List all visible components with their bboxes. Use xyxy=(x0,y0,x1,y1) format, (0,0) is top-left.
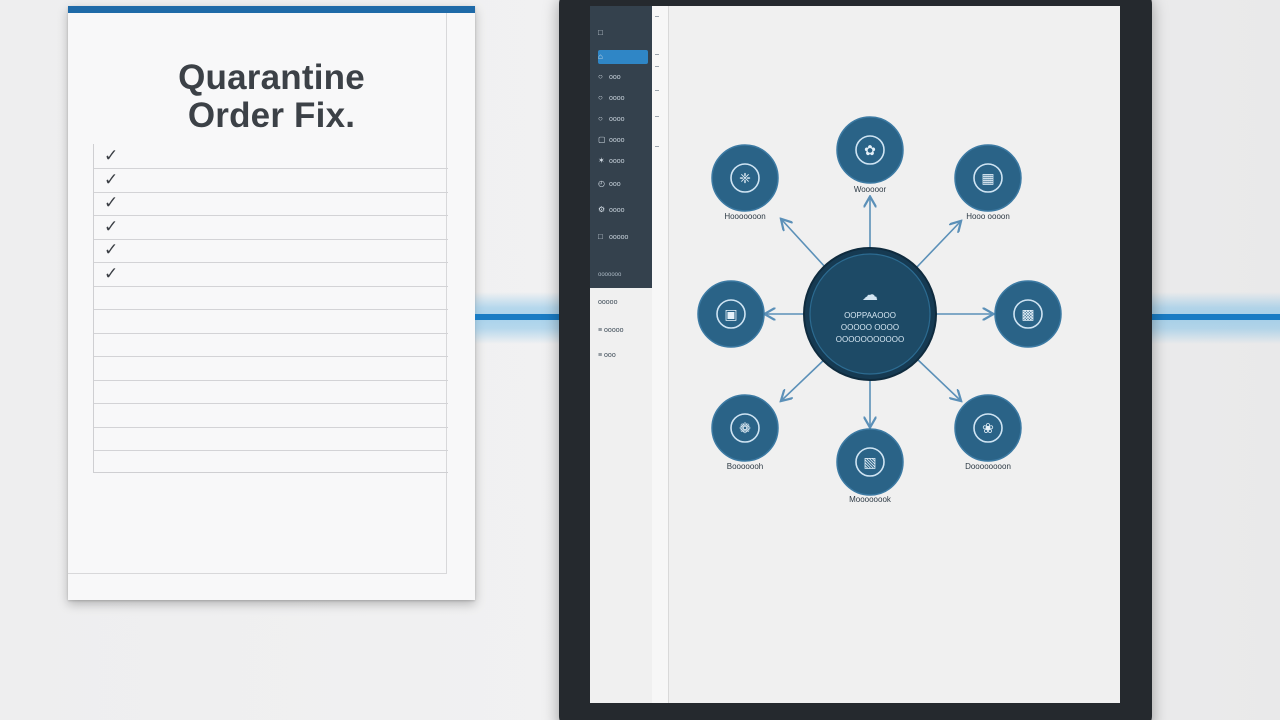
document-title: Quarantine Order Fix. xyxy=(68,59,475,135)
checklist-table: ✓ ✓ ✓ ✓ ✓ ✓ xyxy=(93,144,448,473)
checklist-document: Quarantine Order Fix. ✓ ✓ ✓ ✓ ✓ ✓ xyxy=(68,6,475,600)
document-title-line1: Quarantine xyxy=(178,58,365,97)
checkmark-icon: ✓ xyxy=(104,146,119,165)
checklist-row: ✓ xyxy=(94,238,448,263)
node-icon: ❈ xyxy=(739,171,751,187)
node-icon: ❁ xyxy=(739,421,751,437)
hub-label-line1: OOPPAAOOO xyxy=(844,311,896,320)
checkmark-icon: ✓ xyxy=(104,216,119,236)
hub-label-line3: OOOOOOOOOOO xyxy=(836,335,904,344)
connector-arrow xyxy=(915,222,960,269)
checklist-row xyxy=(94,426,448,451)
checkmark-icon: ✓ xyxy=(104,193,119,212)
checklist-row: ✓ xyxy=(94,191,448,216)
node-icon: ✿ xyxy=(864,143,876,159)
checkmark-icon: ✓ xyxy=(104,240,119,259)
document-title-line2: Order Fix. xyxy=(187,96,356,135)
node-label: Hooo oooon xyxy=(966,212,1010,221)
node-label: Booooooh xyxy=(727,462,763,471)
checklist-row xyxy=(94,332,448,357)
node-icon: ▩ xyxy=(1021,307,1034,323)
node-label: Hooooooon xyxy=(724,212,765,221)
checklist-row: ✓ xyxy=(94,168,448,193)
hub-label-line2: OOOOO OOOO xyxy=(841,323,899,332)
node-label: Moooooook xyxy=(849,495,892,504)
checklist-row xyxy=(94,403,448,428)
checklist-row xyxy=(94,309,448,334)
node-label: Doooooooon xyxy=(965,462,1011,471)
checklist-row xyxy=(94,356,448,381)
node-icon: ▧ xyxy=(863,455,876,471)
tablet-screen: □ ⌂ ○ ooo ○ oooo ○ oooo ▢ oooo ✶ oooo ◴ ooo ⚙ … xyxy=(590,6,1120,703)
scene: Quarantine Order Fix. ✓ ✓ ✓ ✓ ✓ ✓ □ ⌂ ○ ooo ○ … xyxy=(0,0,1280,720)
checklist-row: ✓ xyxy=(94,144,448,169)
checklist-row: ✓ xyxy=(94,262,448,287)
node-icon: ▣ xyxy=(724,307,737,323)
checkmark-icon: ✓ xyxy=(104,169,119,189)
checklist-row: ✓ xyxy=(94,215,448,240)
network-diagram: ✿ Wooooor ❈ Hooooooon ▦ Hooo oooon ▣ ▩ ❁ Booooooh… xyxy=(697,116,1062,504)
checkmark-icon: ✓ xyxy=(104,263,119,283)
connector-arrow xyxy=(782,357,827,400)
node-icon: ❀ xyxy=(982,421,994,437)
checklist-row xyxy=(94,285,448,310)
connector-arrow xyxy=(915,357,960,400)
cloud-icon: ☁ xyxy=(862,285,878,304)
connector-arrow xyxy=(782,220,827,269)
node-icon: ▦ xyxy=(981,171,994,187)
checklist-row xyxy=(94,379,448,404)
node-label: Wooooor xyxy=(854,185,887,194)
